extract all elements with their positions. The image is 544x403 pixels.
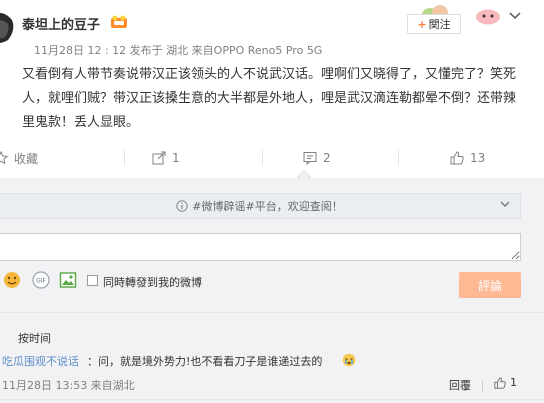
favorite-button[interactable]: 收藏 [0, 146, 38, 170]
repost-icon [152, 151, 166, 165]
comment-caret-icon [297, 170, 311, 178]
post-meta: 11月28日 12 : 12 发布于 湖北 来自OPPO Reno5 Pro 5… [34, 44, 323, 57]
divider [0, 399, 544, 400]
follow-button[interactable]: + 関注 [407, 14, 461, 34]
gif-icon[interactable]: GIF [32, 271, 50, 289]
comment-like-count: 1 [510, 376, 517, 389]
action-divider [398, 150, 399, 166]
chevron-down-icon[interactable] [509, 11, 521, 21]
thumbs-up-icon [494, 376, 506, 389]
post-username[interactable]: 泰坦上的豆子 [22, 14, 100, 33]
action-divider [124, 150, 125, 166]
notice-text: #微博辟谣#平台，欢迎查阅！ [192, 200, 343, 213]
post-text: 又看倒有人带节奏说带汉正该领头的人不说武汉话。哩啊们又晓得了，又懂完了？笑死人，… [22, 67, 517, 130]
divider [0, 312, 544, 313]
crying-face-icon [342, 353, 356, 367]
rumor-notice-bar[interactable]: #微博辟谣#平台，欢迎查阅！ [0, 193, 521, 219]
comment-input[interactable] [0, 233, 521, 261]
comment-button[interactable]: 2 [303, 146, 331, 170]
post-action-bar: 收藏 1 2 13 [0, 146, 544, 170]
image-icon[interactable] [59, 271, 77, 289]
comment-count: 2 [323, 151, 331, 165]
follow-plus: + [417, 17, 427, 31]
action-divider [262, 150, 263, 166]
repost-checkbox[interactable] [87, 275, 98, 286]
comment-icon [303, 152, 317, 165]
favorite-label: 收藏 [14, 151, 39, 166]
svg-text:GIF: GIF [36, 278, 46, 285]
follow-label: 関注 [428, 18, 451, 31]
comment-action-divider [482, 380, 483, 392]
comment-author[interactable]: 吃瓜围观不说话 [2, 353, 79, 369]
submit-comment-button[interactable]: 評論 [459, 272, 521, 298]
repost-count: 1 [172, 151, 180, 165]
thumbs-up-icon [450, 151, 464, 165]
emoji-icon[interactable] [3, 271, 21, 289]
star-icon [0, 151, 8, 165]
reply-button[interactable]: 回覆 [449, 377, 471, 393]
info-icon [176, 200, 188, 212]
chevron-down-icon[interactable] [500, 200, 510, 208]
sort-by-time[interactable]: 按时间 [18, 330, 51, 346]
repost-button[interactable]: 1 [152, 146, 180, 170]
comment-text: ：问，就是境外势力!也不看看刀子是谁递过去的 [87, 355, 323, 368]
comment-time: 11月28日 13:53 来自湖北 [2, 379, 135, 392]
vip-badge-icon[interactable] [110, 15, 128, 29]
decorative-pig-icon [476, 9, 500, 25]
comment-like-button[interactable]: 1 [494, 376, 517, 389]
avatar[interactable] [0, 10, 16, 46]
like-button[interactable]: 13 [450, 146, 485, 170]
like-count: 13 [470, 151, 486, 165]
repost-option-label[interactable]: 同時轉發到我的微博 [103, 274, 202, 290]
